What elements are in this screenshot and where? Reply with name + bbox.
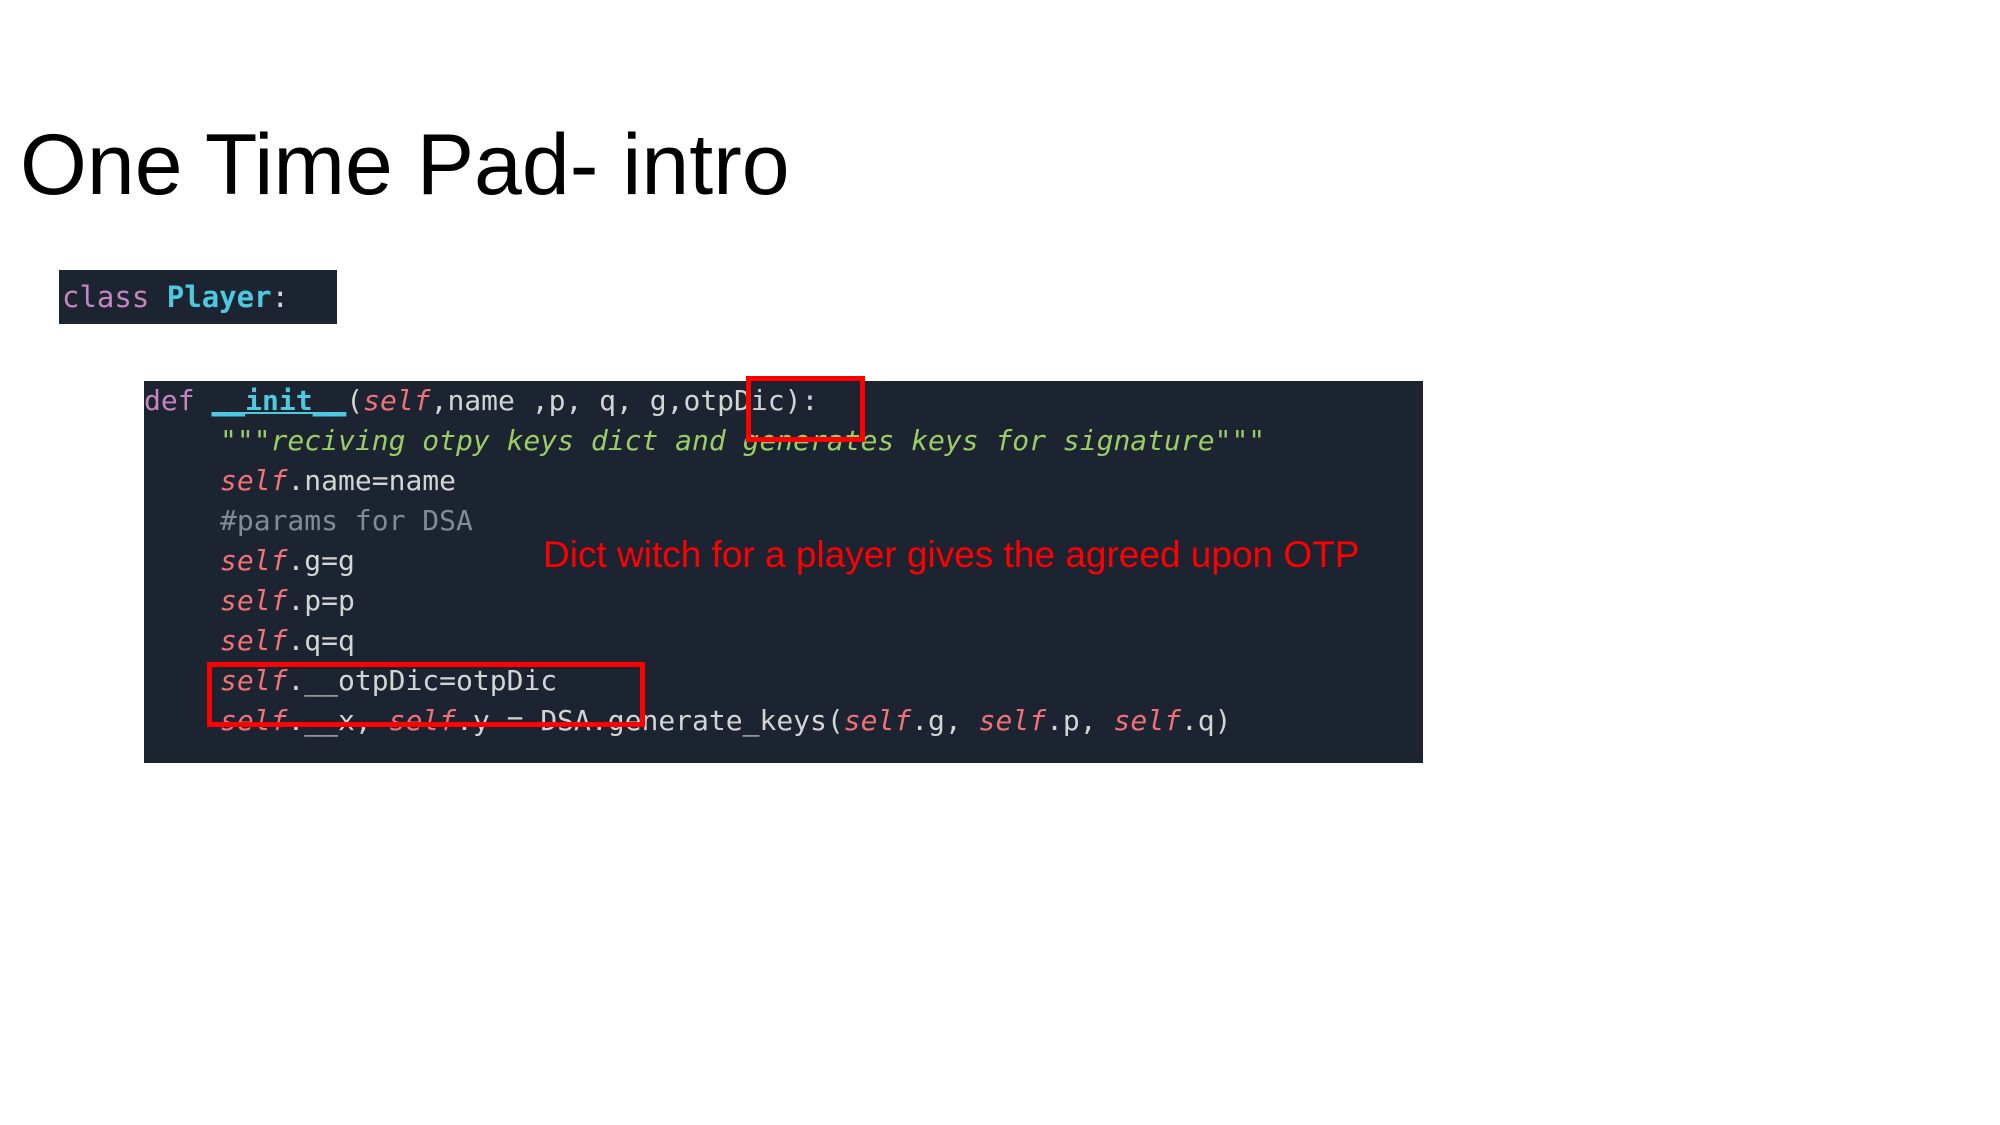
- class-declaration-snippet: class Player:: [59, 270, 337, 324]
- slide-title: One Time Pad- intro: [20, 117, 790, 213]
- code-line-q: self.q=q: [220, 624, 355, 657]
- class-colon: :: [271, 280, 290, 314]
- code-line-def: def __init__(self,name ,p, q, g,otpDic):: [144, 384, 819, 417]
- code-line-g: self.g=g: [220, 544, 355, 577]
- slide: One Time Pad- intro class Player: def __…: [0, 0, 2000, 1125]
- code-line-p: self.p=p: [220, 584, 355, 617]
- code-line-comment: #params for DSA: [220, 504, 473, 537]
- code-line-name: self.name=name: [220, 464, 457, 497]
- class-keyword: class: [62, 280, 150, 314]
- otpdic-parameter-highlight: [746, 376, 865, 442]
- class-name: Player: [166, 280, 272, 314]
- code-line-docstring: """reciving otpy keys dict and generates…: [220, 424, 1266, 457]
- otpdic-assignment-highlight: [207, 662, 645, 727]
- annotation-text: Dict witch for a player gives the agreed…: [543, 534, 1360, 575]
